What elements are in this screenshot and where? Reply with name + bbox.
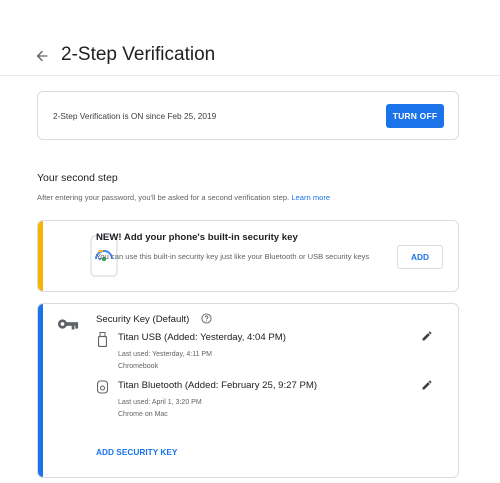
add-builtin-key-button[interactable]: ADD <box>397 245 443 269</box>
edit-icon[interactable] <box>421 379 433 391</box>
builtin-key-title: NEW! Add your phone's built-in security … <box>96 232 298 243</box>
page-title: 2-Step Verification <box>61 44 216 65</box>
security-key-device: Chromebook <box>118 363 159 370</box>
card-accent-bar <box>38 304 43 477</box>
edit-icon[interactable] <box>421 330 433 342</box>
turn-off-button[interactable]: TURN OFF <box>386 104 444 128</box>
bluetooth-key-icon <box>97 380 108 394</box>
key-icon <box>57 319 79 330</box>
security-key-device: Chrome on Mac <box>118 411 168 418</box>
builtin-key-description: You can use this built-in security key j… <box>96 252 370 261</box>
security-key-name: Titan Bluetooth (Added: February 25, 9:2… <box>118 380 318 391</box>
page-header: 2-Step Verification <box>0 0 500 76</box>
section-description-text: After entering your password, you'll be … <box>37 193 290 202</box>
security-key-last-used: Last used: April 1, 3:20 PM <box>118 399 202 406</box>
add-security-key-link[interactable]: ADD SECURITY KEY <box>96 447 177 457</box>
security-key-name: Titan USB (Added: Yesterday, 4:04 PM) <box>118 332 286 343</box>
help-icon[interactable] <box>201 313 212 324</box>
arrow-back-icon[interactable] <box>34 48 50 64</box>
status-text: 2-Step Verification is ON since Feb 25, … <box>53 111 217 121</box>
learn-more-link[interactable]: Learn more <box>291 193 330 202</box>
usb-icon <box>98 332 107 347</box>
security-keys-title: Security Key (Default) <box>96 314 190 325</box>
section-title: Your second step <box>37 172 118 184</box>
security-key-last-used: Last used: Yesterday, 4:11 PM <box>118 351 212 358</box>
status-card: 2-Step Verification is ON since Feb 25, … <box>37 91 459 140</box>
card-accent-bar <box>38 221 43 291</box>
section-description: After entering your password, you'll be … <box>37 193 330 202</box>
